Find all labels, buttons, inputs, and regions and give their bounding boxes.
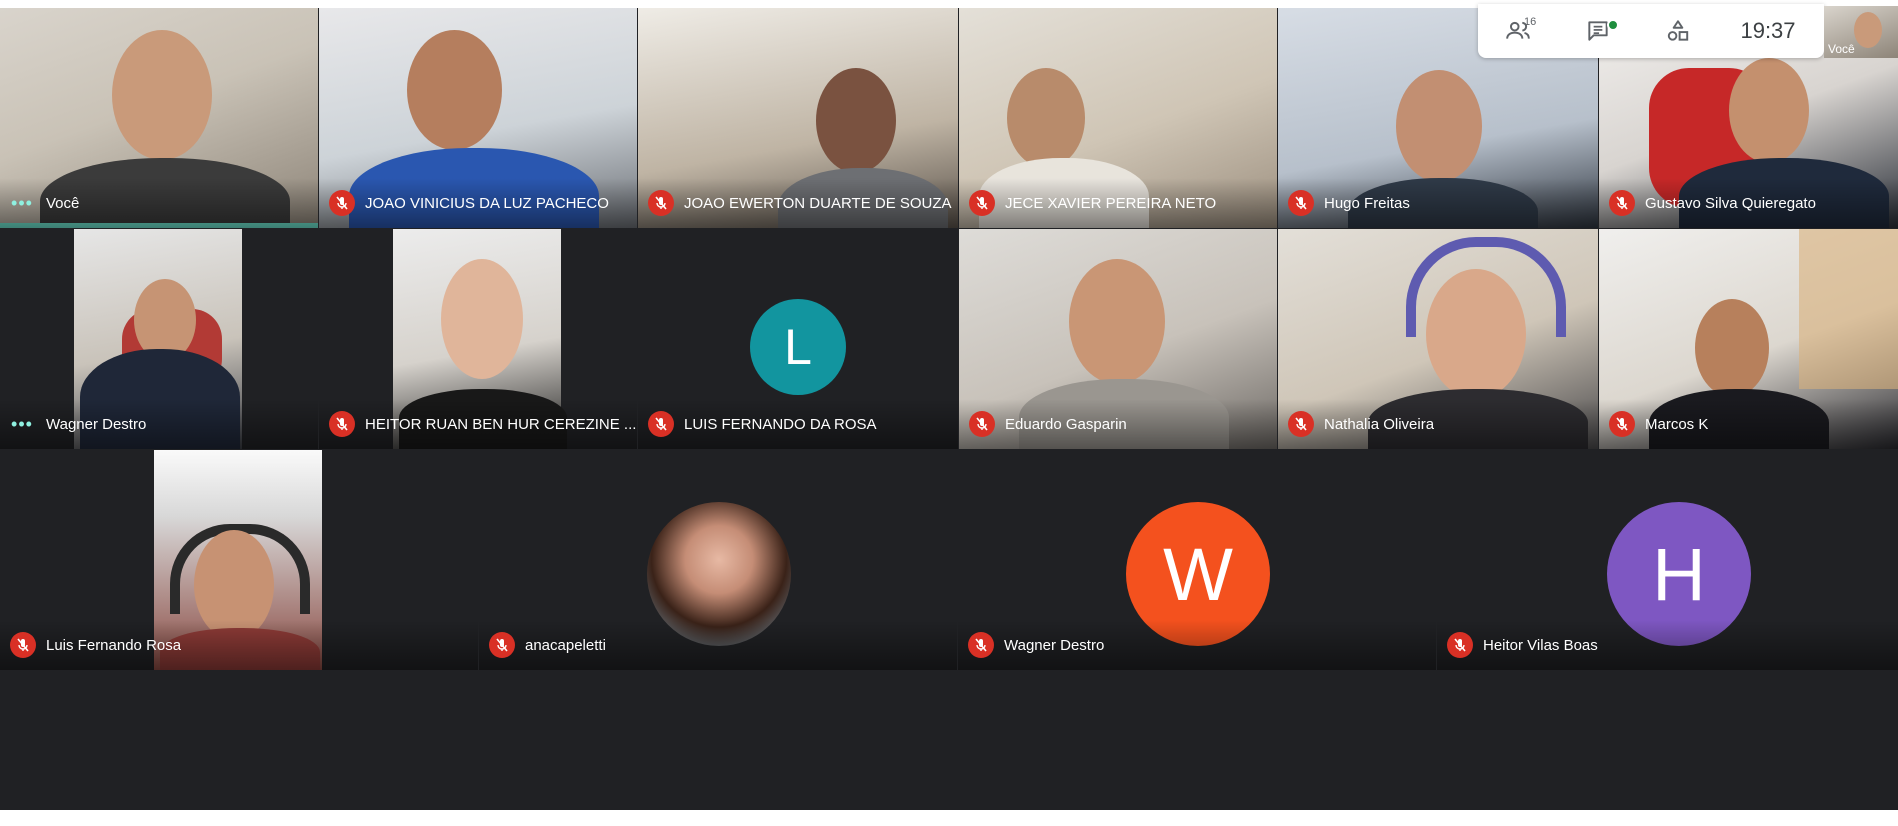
- participant-name: JOAO VINICIUS DA LUZ PACHECO: [365, 194, 609, 212]
- tile-nathalia[interactable]: Nathalia Oliveira: [1278, 229, 1598, 449]
- avatar-initial: H: [1652, 532, 1706, 616]
- nameplate: JECE XAVIER PEREIRA NETO: [959, 178, 1277, 228]
- nameplate: Nathalia Oliveira: [1278, 399, 1598, 449]
- tile-joao-vinicius[interactable]: JOAO VINICIUS DA LUZ PACHECO: [319, 8, 637, 228]
- self-view-thumbnail[interactable]: Você: [1824, 6, 1898, 58]
- mic-off-icon: [1288, 190, 1314, 216]
- participant-name: anacapeletti: [525, 636, 606, 654]
- mic-off-icon: [1288, 411, 1314, 437]
- participant-name: Eduardo Gasparin: [1005, 415, 1127, 433]
- participant-name: JECE XAVIER PEREIRA NETO: [1005, 194, 1217, 212]
- mic-off-icon: [648, 190, 674, 216]
- participant-name: Wagner Destro: [46, 415, 147, 433]
- participant-name: Nathalia Oliveira: [1324, 415, 1435, 433]
- tile-wagner-camera[interactable]: ••• Wagner Destro: [0, 229, 318, 449]
- tile-anacapeletti[interactable]: anacapeletti: [479, 450, 957, 670]
- nameplate: Heitor Vilas Boas: [1437, 620, 1898, 670]
- mic-off-icon: [489, 632, 515, 658]
- participant-name: Wagner Destro: [1004, 636, 1105, 654]
- mic-off-icon: [969, 190, 995, 216]
- chat-notification-dot: [1607, 19, 1619, 31]
- tile-luis-fernando-rosa[interactable]: Luis Fernando Rosa: [0, 450, 478, 670]
- participant-name: Hugo Freitas: [1324, 194, 1410, 212]
- shelf: [1799, 229, 1898, 389]
- participant-face: [1729, 58, 1809, 163]
- mic-off-icon: [1447, 632, 1473, 658]
- nameplate: ••• Wagner Destro: [0, 399, 318, 449]
- tile-marcos[interactable]: Marcos K: [1599, 229, 1898, 449]
- participants-button[interactable]: 16: [1478, 4, 1558, 58]
- participant-name: Heitor Vilas Boas: [1483, 636, 1598, 654]
- nameplate: JOAO VINICIUS DA LUZ PACHECO: [319, 178, 637, 228]
- participant-face: [1069, 259, 1165, 384]
- participant-name: LUIS FERNANDO DA ROSA: [684, 415, 877, 433]
- nameplate: LUIS FERNANDO DA ROSA: [638, 399, 958, 449]
- activities-button[interactable]: [1638, 4, 1718, 58]
- video-grid: ••• Você JOAO VINICIUS DA LUZ PACHECO JO…: [0, 8, 1898, 810]
- chat-button[interactable]: [1558, 4, 1638, 58]
- tile-heitor-vilas-boas[interactable]: H Heitor Vilas Boas: [1437, 450, 1898, 670]
- self-view-label: Você: [1828, 42, 1855, 56]
- mic-off-icon: [969, 411, 995, 437]
- participant-name: Marcos K: [1645, 415, 1709, 433]
- mic-off-icon: [10, 632, 36, 658]
- nameplate: Luis Fernando Rosa: [0, 620, 478, 670]
- participant-name: JOAO EWERTON DUARTE DE SOUZA: [684, 194, 952, 212]
- nameplate: ••• Você: [0, 178, 318, 228]
- tile-heitor-ruan[interactable]: HEITOR RUAN BEN HUR CEREZINE ...: [319, 229, 637, 449]
- participant-name: HEITOR RUAN BEN HUR CEREZINE ...: [365, 415, 637, 433]
- tile-eduardo[interactable]: Eduardo Gasparin: [959, 229, 1277, 449]
- nameplate: Hugo Freitas: [1278, 178, 1598, 228]
- participant-face: [1695, 299, 1769, 397]
- nameplate: anacapeletti: [479, 620, 957, 670]
- participant-face: [407, 30, 502, 150]
- audio-level-icon: •••: [11, 192, 33, 213]
- tile-voce[interactable]: ••• Você: [0, 8, 318, 228]
- participants-count: 16: [1524, 16, 1537, 28]
- tile-luis-fernando-da-rosa[interactable]: L LUIS FERNANDO DA ROSA: [638, 229, 958, 449]
- avatar-initial: W: [1163, 532, 1233, 616]
- nameplate: Marcos K: [1599, 399, 1898, 449]
- tile-joao-ewerton[interactable]: JOAO EWERTON DUARTE DE SOUZA: [638, 8, 958, 228]
- participant-face: [1396, 70, 1482, 182]
- audio-level-icon: •••: [11, 413, 33, 434]
- meeting-toolbar: 16 19:37: [1478, 4, 1824, 58]
- participant-face: [441, 259, 523, 379]
- participant-face: [1426, 269, 1526, 399]
- mic-off-icon: [648, 411, 674, 437]
- mic-off-icon: [329, 190, 355, 216]
- mic-off-icon: [1609, 411, 1635, 437]
- participant-face: [816, 68, 896, 173]
- nameplate: Gustavo Silva Quieregato: [1599, 178, 1898, 228]
- tile-wagner-avatar[interactable]: W Wagner Destro: [958, 450, 1436, 670]
- participant-name: Gustavo Silva Quieregato: [1645, 194, 1816, 212]
- participant-face: [112, 30, 212, 160]
- participant-face: [1854, 12, 1882, 48]
- meeting-clock: 19:37: [1740, 18, 1796, 43]
- nameplate: JOAO EWERTON DUARTE DE SOUZA: [638, 178, 958, 228]
- nameplate: Wagner Destro: [958, 620, 1436, 670]
- mic-off-icon: [968, 632, 994, 658]
- nameplate: Eduardo Gasparin: [959, 399, 1277, 449]
- avatar-initial: L: [784, 319, 812, 375]
- nameplate: HEITOR RUAN BEN HUR CEREZINE ...: [319, 399, 637, 449]
- participant-name: Luis Fernando Rosa: [46, 636, 182, 654]
- mic-off-icon: [1609, 190, 1635, 216]
- activities-icon: [1667, 20, 1689, 41]
- avatar: L: [750, 299, 846, 395]
- participant-name: Você: [46, 194, 80, 212]
- tile-jece[interactable]: JECE XAVIER PEREIRA NETO: [959, 8, 1277, 228]
- mic-off-icon: [329, 411, 355, 437]
- participant-face: [1007, 68, 1085, 168]
